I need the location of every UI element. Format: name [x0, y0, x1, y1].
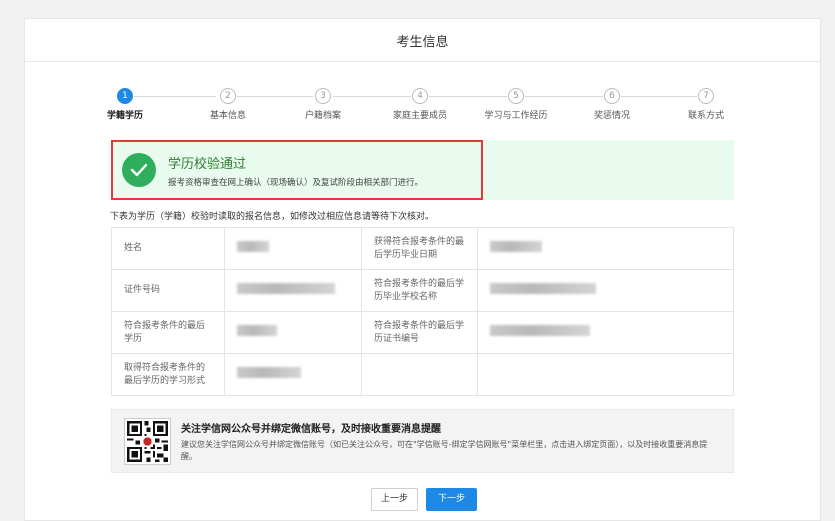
step-label: 家庭主要成员: [392, 111, 447, 121]
step-7[interactable]: 7 联系方式: [670, 88, 742, 121]
step-number: 6: [604, 88, 620, 104]
table-row: 取得符合报考条件的最后学历的学习形式: [111, 353, 734, 396]
step-label: 学籍学历: [106, 111, 143, 121]
step-number: 2: [220, 88, 236, 104]
step-label: 联系方式: [687, 111, 724, 121]
verification-success-banner: 学历校验通过 报考资格审查在网上确认（现场确认）及复试阶段由相关部门进行。: [111, 140, 734, 200]
redacted-value: [237, 366, 301, 378]
field-label: 符合报考条件的最后学历毕业学校名称: [361, 269, 478, 312]
wechat-follow-notice: 关注学信网公众号并绑定微信账号，及时接收重要消息提醒 建议您关注学信网公众号并绑…: [111, 409, 734, 473]
redacted-value: [490, 240, 542, 252]
success-title: 学历校验通过: [168, 156, 247, 172]
redacted-value: [237, 282, 335, 294]
check-circle-icon: [122, 153, 156, 187]
field-label: 证件号码: [111, 269, 225, 312]
field-label: 获得符合报考条件的最后学历毕业日期: [361, 227, 478, 270]
redacted-value: [490, 282, 596, 294]
success-highlight: 学历校验通过 报考资格审查在网上确认（现场确认）及复试阶段由相关部门进行。: [111, 140, 483, 200]
step-number: 1: [117, 88, 133, 104]
table-row: 符合报考条件的最后学历 符合报考条件的最后学历证书编号: [111, 311, 734, 354]
step-number: 5: [508, 88, 524, 104]
next-step-button[interactable]: 下一步: [426, 488, 477, 511]
step-label: 户籍档案: [304, 111, 341, 121]
field-value: [224, 269, 362, 312]
field-value: [224, 353, 362, 396]
field-value: [477, 227, 734, 270]
step-2[interactable]: 2 基本信息: [192, 88, 264, 121]
field-value: [224, 227, 362, 270]
step-label: 奖惩情况: [593, 111, 630, 121]
step-number: 4: [412, 88, 428, 104]
field-label: 符合报考条件的最后学历证书编号: [361, 311, 478, 354]
step-1[interactable]: 1 学籍学历: [89, 88, 161, 121]
step-5[interactable]: 5 学习与工作经历: [480, 88, 552, 121]
wechat-notice-title: 关注学信网公众号并绑定微信账号，及时接收重要消息提醒: [181, 423, 441, 435]
field-value: [477, 353, 734, 396]
step-number: 7: [698, 88, 714, 104]
field-label: 取得符合报考条件的最后学历的学习形式: [111, 353, 225, 396]
field-value: [224, 311, 362, 354]
table-note: 下表为学历（学籍）校验时读取的报名信息，如修改过相应信息请等待下次核对。: [110, 212, 435, 222]
step-number: 3: [315, 88, 331, 104]
step-4[interactable]: 4 家庭主要成员: [384, 88, 456, 121]
page-title-text: 考生信息: [396, 34, 449, 50]
field-label: 符合报考条件的最后学历: [111, 311, 225, 354]
registration-info-table: 姓名 获得符合报考条件的最后学历毕业日期 证件号码 符合报考条件的最后学历毕业学…: [111, 227, 734, 396]
redacted-value: [490, 324, 590, 336]
redacted-value: [237, 324, 277, 336]
field-value: [477, 311, 734, 354]
field-label: 姓名: [111, 227, 225, 270]
step-6[interactable]: 6 奖惩情况: [576, 88, 648, 121]
table-row: 证件号码 符合报考条件的最后学历毕业学校名称: [111, 269, 734, 312]
prev-step-button[interactable]: 上一步: [371, 488, 418, 511]
progress-steps: 1 学籍学历 2 基本信息 3 户籍档案 4 家庭主要成员 5 学习与工作经历 …: [25, 88, 822, 128]
wechat-notice-desc: 建议您关注学信网公众号并绑定微信账号（如已关注公众号，可在"学信账号-绑定学信网…: [181, 439, 708, 461]
redacted-value: [237, 240, 269, 252]
step-3[interactable]: 3 户籍档案: [287, 88, 359, 121]
page-title: 考生信息: [25, 19, 820, 62]
success-subtitle: 报考资格审查在网上确认（现场确认）及复试阶段由相关部门进行。: [168, 177, 424, 188]
qr-code-icon: [124, 417, 171, 465]
field-value: [477, 269, 734, 312]
step-label: 学习与工作经历: [484, 111, 548, 121]
step-label: 基本信息: [209, 111, 246, 121]
table-row: 姓名 获得符合报考条件的最后学历毕业日期: [111, 227, 734, 270]
field-label: [361, 353, 478, 396]
